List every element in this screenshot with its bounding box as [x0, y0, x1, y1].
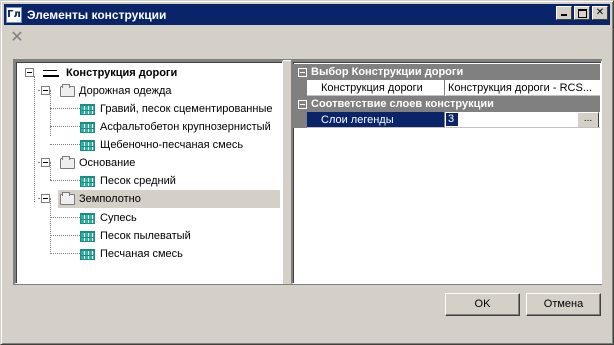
- tree-item[interactable]: Песок средний: [80, 172, 176, 190]
- close-icon[interactable]: ✕: [9, 29, 25, 45]
- property-name: Слои легенды: [307, 112, 445, 128]
- minimize-button[interactable]: [556, 6, 572, 20]
- tree-item[interactable]: Асфальтобетон крупнозернистый: [80, 118, 271, 136]
- folder-icon: [60, 191, 75, 205]
- tree-group-base[interactable]: Основание: [60, 154, 135, 172]
- layer-icon: [80, 212, 95, 224]
- dialog-window: Гл Элементы конструкции ✕ ✕ Конструкция …: [0, 0, 614, 345]
- tree-group-expander-subgrade[interactable]: [41, 194, 50, 203]
- ok-button[interactable]: OK: [445, 293, 520, 316]
- tree-item[interactable]: Супесь: [80, 209, 137, 227]
- layer-icon: [80, 121, 95, 133]
- tree-item[interactable]: Песчаная смесь: [80, 245, 183, 263]
- layer-icon: [80, 139, 95, 151]
- category-road-structure[interactable]: Выбор Конструкции дороги: [293, 64, 600, 80]
- category-layer-mapping[interactable]: Соответствие слоев конструкции: [293, 96, 600, 112]
- title-bar[interactable]: Гл Элементы конструкции ✕: [4, 4, 610, 25]
- tree-group-expander-base[interactable]: [41, 158, 50, 167]
- layer-icon: [80, 103, 95, 115]
- cancel-button[interactable]: Отмена: [526, 293, 601, 316]
- tree-item[interactable]: Щебеночно-песчаная смесь: [80, 136, 243, 154]
- tree-group-pavement[interactable]: Дорожная одежда: [60, 82, 172, 100]
- window-title: Элементы конструкции: [27, 7, 167, 22]
- tree-group-expander-pavement[interactable]: [41, 86, 50, 95]
- layer-icon: [80, 248, 95, 260]
- tree-root-expander[interactable]: [25, 68, 34, 77]
- tree-item[interactable]: Песок пылеватый: [80, 227, 191, 245]
- maximize-button[interactable]: [574, 6, 590, 20]
- property-value[interactable]: Конструкция дороги - RCS...: [446, 80, 600, 96]
- property-row-legend-layers[interactable]: Слои легенды 3 ...: [293, 112, 600, 128]
- ellipsis-button[interactable]: ...: [577, 112, 599, 127]
- structure-tree[interactable]: Конструкция дороги Дорожная одежда Грави…: [14, 60, 283, 284]
- folder-icon: [60, 83, 75, 97]
- folder-icon: [60, 155, 75, 169]
- legend-layers-input[interactable]: 3: [446, 113, 458, 126]
- property-row-structure[interactable]: Конструкция дороги Конструкция дороги - …: [293, 80, 600, 96]
- app-icon: Гл: [6, 6, 22, 23]
- property-value-cell[interactable]: 3 ...: [446, 112, 600, 128]
- window-close-button[interactable]: ✕: [592, 6, 608, 20]
- collapse-icon[interactable]: [298, 99, 307, 109]
- property-grid[interactable]: Выбор Конструкции дороги Конструкция дор…: [291, 60, 602, 284]
- layer-icon: [80, 175, 95, 187]
- property-name: Конструкция дороги: [307, 80, 445, 96]
- layer-icon: [80, 230, 95, 242]
- tree-item[interactable]: Гравий, песок сцементированные: [80, 100, 272, 118]
- road-icon: [43, 67, 61, 79]
- collapse-icon[interactable]: [298, 67, 307, 77]
- tree-group-subgrade[interactable]: Земполотно: [60, 190, 141, 208]
- tree-root[interactable]: Конструкция дороги: [43, 64, 177, 82]
